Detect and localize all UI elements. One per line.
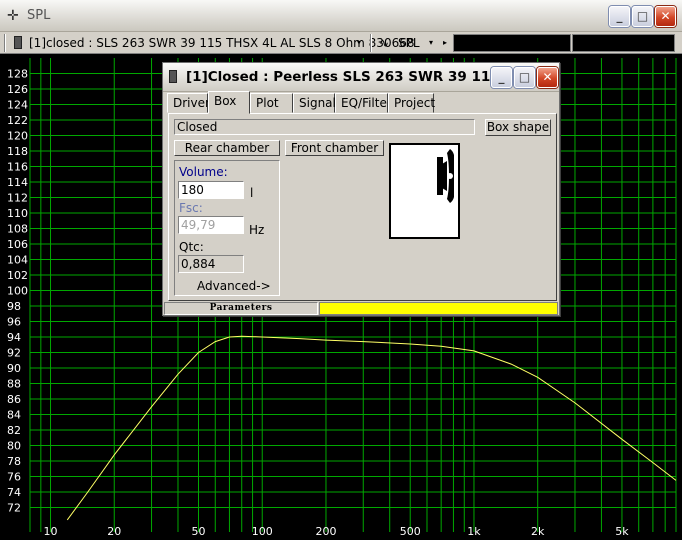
y-tick-label: 116 — [7, 161, 28, 174]
y-tick-label: 82 — [7, 424, 21, 437]
y-tick-label: 88 — [7, 378, 21, 391]
x-tick-label: 100 — [252, 525, 273, 538]
qtc-label: Qtc: — [179, 240, 204, 254]
advanced-button[interactable]: Advanced-> — [197, 279, 271, 293]
y-tick-label: 72 — [7, 502, 21, 515]
y-tick-label: 90 — [7, 362, 21, 375]
minimize-button[interactable]: _ — [609, 6, 630, 27]
x-tick-label: 200 — [315, 525, 336, 538]
status-indicator — [319, 302, 558, 315]
status-text: Parameters — [164, 302, 318, 315]
rear-chamber-button[interactable]: Rear chamber — [174, 140, 280, 156]
y-tick-label: 86 — [7, 393, 21, 406]
y-tick-label: 96 — [7, 316, 21, 329]
volume-unit: l — [250, 186, 254, 200]
toolbar-display-1 — [453, 34, 571, 52]
x-tick-label: 20 — [107, 525, 121, 538]
tab-driver[interactable]: Driver — [167, 93, 210, 113]
y-tick-label: 108 — [7, 223, 28, 236]
front-chamber-button[interactable]: Front chamber — [285, 140, 384, 156]
toolbar-grip — [4, 34, 6, 52]
qtc-value: 0,884 — [178, 255, 244, 273]
driver-dropdown-arrow-icon[interactable]: ▾ — [357, 37, 361, 49]
y-tick-label: 102 — [7, 269, 28, 282]
dialog-title-bar[interactable]: [1]Closed : Peerless SLS 263 SWR 39 115 … — [163, 63, 559, 92]
box-dialog: [1]Closed : Peerless SLS 263 SWR 39 115 … — [162, 62, 560, 316]
driver-icon — [169, 70, 177, 83]
fsc-label: Fsc: — [179, 201, 203, 215]
volume-input[interactable]: 180 — [178, 181, 244, 199]
y-tick-label: 128 — [7, 68, 28, 81]
y-tick-label: 120 — [7, 130, 28, 143]
rear-chamber-group: Volume: 180 l Fsc: 49,79 Hz Qtc: 0,884 A… — [174, 160, 280, 296]
y-tick-label: 118 — [7, 145, 28, 158]
main-window: ✛ SPL _ □ ✕ [1]closed : SLS 263 SWR 39 1… — [0, 0, 682, 540]
x-tick-label: 50 — [192, 525, 206, 538]
y-tick-label: 110 — [7, 207, 28, 220]
graph-select[interactable]: SPL — [398, 36, 420, 50]
dialog-maximize-button[interactable]: □ — [514, 67, 535, 88]
y-tick-label: 122 — [7, 114, 28, 127]
y-tick-label: 94 — [7, 331, 21, 344]
x-tick-label: 1k — [467, 525, 481, 538]
y-tick-label: 92 — [7, 347, 21, 360]
y-tick-label: 84 — [7, 409, 21, 422]
y-tick-label: 114 — [7, 176, 28, 189]
toolbar-display-2 — [572, 34, 675, 52]
y-tick-label: 100 — [7, 285, 28, 298]
graph-dropdown-arrow-icon[interactable]: ▾ — [429, 37, 433, 49]
waveform-icon: ∿ — [379, 36, 390, 50]
fsc-unit: Hz — [249, 223, 265, 237]
x-tick-label: 10 — [44, 525, 58, 538]
y-tick-label: 80 — [7, 440, 21, 453]
tab-signal[interactable]: Signal — [293, 93, 336, 113]
window-title: SPL — [27, 8, 51, 23]
maximize-button[interactable]: □ — [632, 6, 653, 27]
tab-box[interactable]: Box — [208, 91, 250, 114]
x-tick-label: 2k — [531, 525, 545, 538]
box-type-field: Closed — [174, 119, 475, 135]
y-tick-label: 106 — [7, 238, 28, 251]
graph-next-arrow-icon[interactable]: ▸ — [443, 37, 447, 49]
tab-project[interactable]: Project — [388, 93, 435, 113]
y-tick-label: 98 — [7, 300, 21, 313]
tab-plot[interactable]: Plot — [250, 93, 293, 113]
x-tick-label: 500 — [400, 525, 421, 538]
dialog-minimize-button[interactable]: _ — [491, 67, 512, 88]
box-shape-button[interactable]: Box shape — [485, 119, 551, 136]
x-tick-label: 5k — [615, 525, 629, 538]
dialog-status-bar: Parameters — [163, 301, 559, 315]
y-tick-label: 112 — [7, 192, 28, 205]
y-tick-label: 126 — [7, 83, 28, 96]
crosshair-icon: ✛ — [7, 8, 19, 24]
toolbar-separator — [370, 34, 372, 52]
tab-eq-filter[interactable]: EQ/Filter — [335, 93, 392, 113]
volume-label: Volume: — [179, 165, 228, 179]
y-tick-label: 104 — [7, 254, 28, 267]
fsc-input: 49,79 — [178, 216, 244, 234]
dialog-close-button[interactable]: ✕ — [537, 67, 558, 88]
close-button[interactable]: ✕ — [655, 6, 676, 27]
window-title-bar[interactable]: ✛ SPL _ □ ✕ — [0, 0, 682, 32]
closed-box-diagram — [389, 143, 460, 239]
y-tick-label: 78 — [7, 455, 21, 468]
driver-icon — [14, 36, 22, 49]
box-tab-panel: Closed Box shape Rear chamber Front cham… — [168, 113, 557, 301]
toolbar: [1]closed : SLS 263 SWR 39 115 THSX 4L A… — [0, 32, 682, 54]
y-tick-label: 124 — [7, 99, 28, 112]
y-tick-label: 76 — [7, 471, 21, 484]
y-tick-label: 74 — [7, 486, 21, 499]
